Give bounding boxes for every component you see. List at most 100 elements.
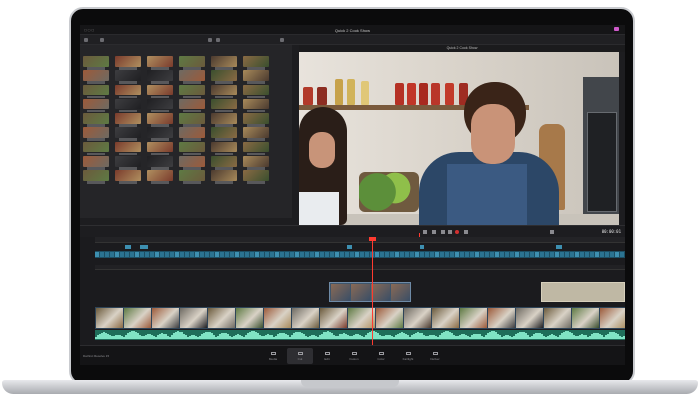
page-label: Cut (297, 356, 303, 361)
overview-segment (375, 252, 379, 257)
media-clip-thumbnail[interactable] (211, 113, 237, 127)
main-video-track[interactable] (95, 307, 625, 329)
page-button-edit[interactable]: Edit (314, 348, 340, 364)
media-clip-thumbnail[interactable] (147, 56, 173, 70)
media-clip-thumbnail[interactable] (147, 156, 173, 170)
clip-frame (96, 308, 123, 328)
timeline-ruler-lower[interactable] (95, 265, 625, 270)
media-clip-thumbnail[interactable] (147, 70, 173, 84)
media-clip-thumbnail[interactable] (147, 170, 173, 184)
media-clip-thumbnail[interactable] (243, 127, 269, 141)
page-button-media[interactable]: Media (260, 348, 286, 364)
play-icon[interactable] (448, 230, 452, 234)
page-button-fusion[interactable]: Fusion (341, 348, 367, 364)
clip-marker[interactable] (125, 245, 131, 249)
media-clip-thumbnail[interactable] (211, 70, 237, 84)
page-button-fairlight[interactable]: Fairlight (395, 348, 421, 364)
clip-frame (180, 308, 207, 328)
sort-icon[interactable] (280, 38, 284, 42)
media-clip-thumbnail[interactable] (83, 70, 109, 84)
loop-icon[interactable] (464, 230, 468, 234)
media-clip-thumbnail[interactable] (115, 113, 141, 127)
page-button-cut[interactable]: Cut (287, 348, 313, 364)
media-clip-thumbnail[interactable] (243, 113, 269, 127)
media-clip-thumbnail[interactable] (179, 156, 205, 170)
media-clip-thumbnail[interactable] (83, 56, 109, 70)
page-button-color[interactable]: Color (368, 348, 394, 364)
media-clip-thumbnail[interactable] (115, 98, 141, 113)
media-clip-thumbnail[interactable] (243, 56, 269, 70)
clip-marker[interactable] (556, 245, 562, 249)
media-clip-thumbnail[interactable] (83, 84, 109, 99)
media-clip-thumbnail[interactable] (179, 98, 205, 113)
media-clip-thumbnail[interactable] (83, 141, 109, 156)
media-clip-thumbnail[interactable] (179, 56, 205, 70)
clip-marker[interactable] (347, 245, 352, 249)
list-view-icon[interactable] (216, 38, 220, 42)
media-clip-thumbnail[interactable] (179, 70, 205, 84)
sync-bin-icon[interactable] (100, 38, 104, 42)
media-clip-thumbnail[interactable] (211, 84, 237, 99)
reverse-icon[interactable] (432, 230, 436, 234)
media-clip-thumbnail[interactable] (179, 127, 205, 141)
page-button-deliver[interactable]: Deliver (422, 348, 448, 364)
timeline-playhead[interactable] (372, 237, 373, 345)
overview-segment (215, 252, 219, 257)
media-clip-thumbnail[interactable] (179, 141, 205, 156)
media-clip-thumbnail[interactable] (115, 156, 141, 170)
media-clip-thumbnail[interactable] (115, 56, 141, 70)
media-clip-thumbnail[interactable] (211, 56, 237, 70)
media-clip-thumbnail[interactable] (147, 127, 173, 141)
media-clip-thumbnail[interactable] (83, 170, 109, 184)
media-clip-thumbnail[interactable] (211, 141, 237, 156)
audio-track[interactable] (95, 330, 625, 340)
media-clip-thumbnail[interactable] (211, 156, 237, 170)
media-clip-thumbnail[interactable] (179, 84, 205, 99)
record-icon[interactable] (455, 230, 459, 234)
clip-marker[interactable] (420, 245, 424, 249)
media-clip-thumbnail[interactable] (83, 113, 109, 127)
fullscreen-icon[interactable] (550, 230, 554, 234)
color-swatch-icon[interactable] (614, 27, 619, 31)
stop-icon[interactable] (441, 230, 445, 234)
media-clip-thumbnail[interactable] (243, 70, 269, 84)
overview-segment (330, 252, 334, 257)
media-clip-thumbnail[interactable] (115, 141, 141, 156)
media-clip-thumbnail[interactable] (83, 156, 109, 170)
media-clip-thumbnail[interactable] (179, 170, 205, 184)
media-clip-thumbnail[interactable] (147, 141, 173, 156)
media-clip-thumbnail[interactable] (115, 84, 141, 99)
media-clip-thumbnail[interactable] (147, 84, 173, 99)
thumbnail-caption (183, 67, 201, 70)
media-pool-icon[interactable] (84, 38, 88, 42)
media-clip-thumbnail[interactable] (115, 127, 141, 141)
clip-marker[interactable] (140, 245, 148, 249)
media-clip-thumbnail[interactable] (211, 127, 237, 141)
overview-segment (415, 252, 419, 257)
go-to-start-icon[interactable] (423, 230, 427, 234)
media-clip-thumbnail[interactable] (211, 170, 237, 184)
timeline-ruler-upper[interactable] (95, 237, 625, 243)
scene-person-right-face (471, 104, 515, 164)
media-clip-thumbnail[interactable] (243, 84, 269, 99)
title-clip[interactable] (541, 282, 625, 302)
thumbnail-image (243, 84, 269, 96)
media-clip-thumbnail[interactable] (147, 113, 173, 127)
media-clip-thumbnail[interactable] (83, 98, 109, 113)
thumbnail-view-icon[interactable] (208, 38, 212, 42)
media-clip-thumbnail[interactable] (211, 98, 237, 113)
upper-overview-track[interactable] (95, 251, 625, 258)
viewer[interactable] (299, 52, 619, 225)
video-clip-overlay[interactable] (329, 282, 411, 302)
media-clip-thumbnail[interactable] (147, 98, 173, 113)
media-clip-thumbnail[interactable] (243, 170, 269, 184)
media-clip-thumbnail[interactable] (115, 70, 141, 84)
media-clip-thumbnail[interactable] (243, 98, 269, 113)
media-clip-thumbnail[interactable] (179, 113, 205, 127)
timeline[interactable] (80, 237, 625, 345)
media-clip-thumbnail[interactable] (243, 156, 269, 170)
media-clip-thumbnail[interactable] (115, 170, 141, 184)
overview-segment (350, 252, 354, 257)
media-clip-thumbnail[interactable] (243, 141, 269, 156)
media-clip-thumbnail[interactable] (83, 127, 109, 141)
